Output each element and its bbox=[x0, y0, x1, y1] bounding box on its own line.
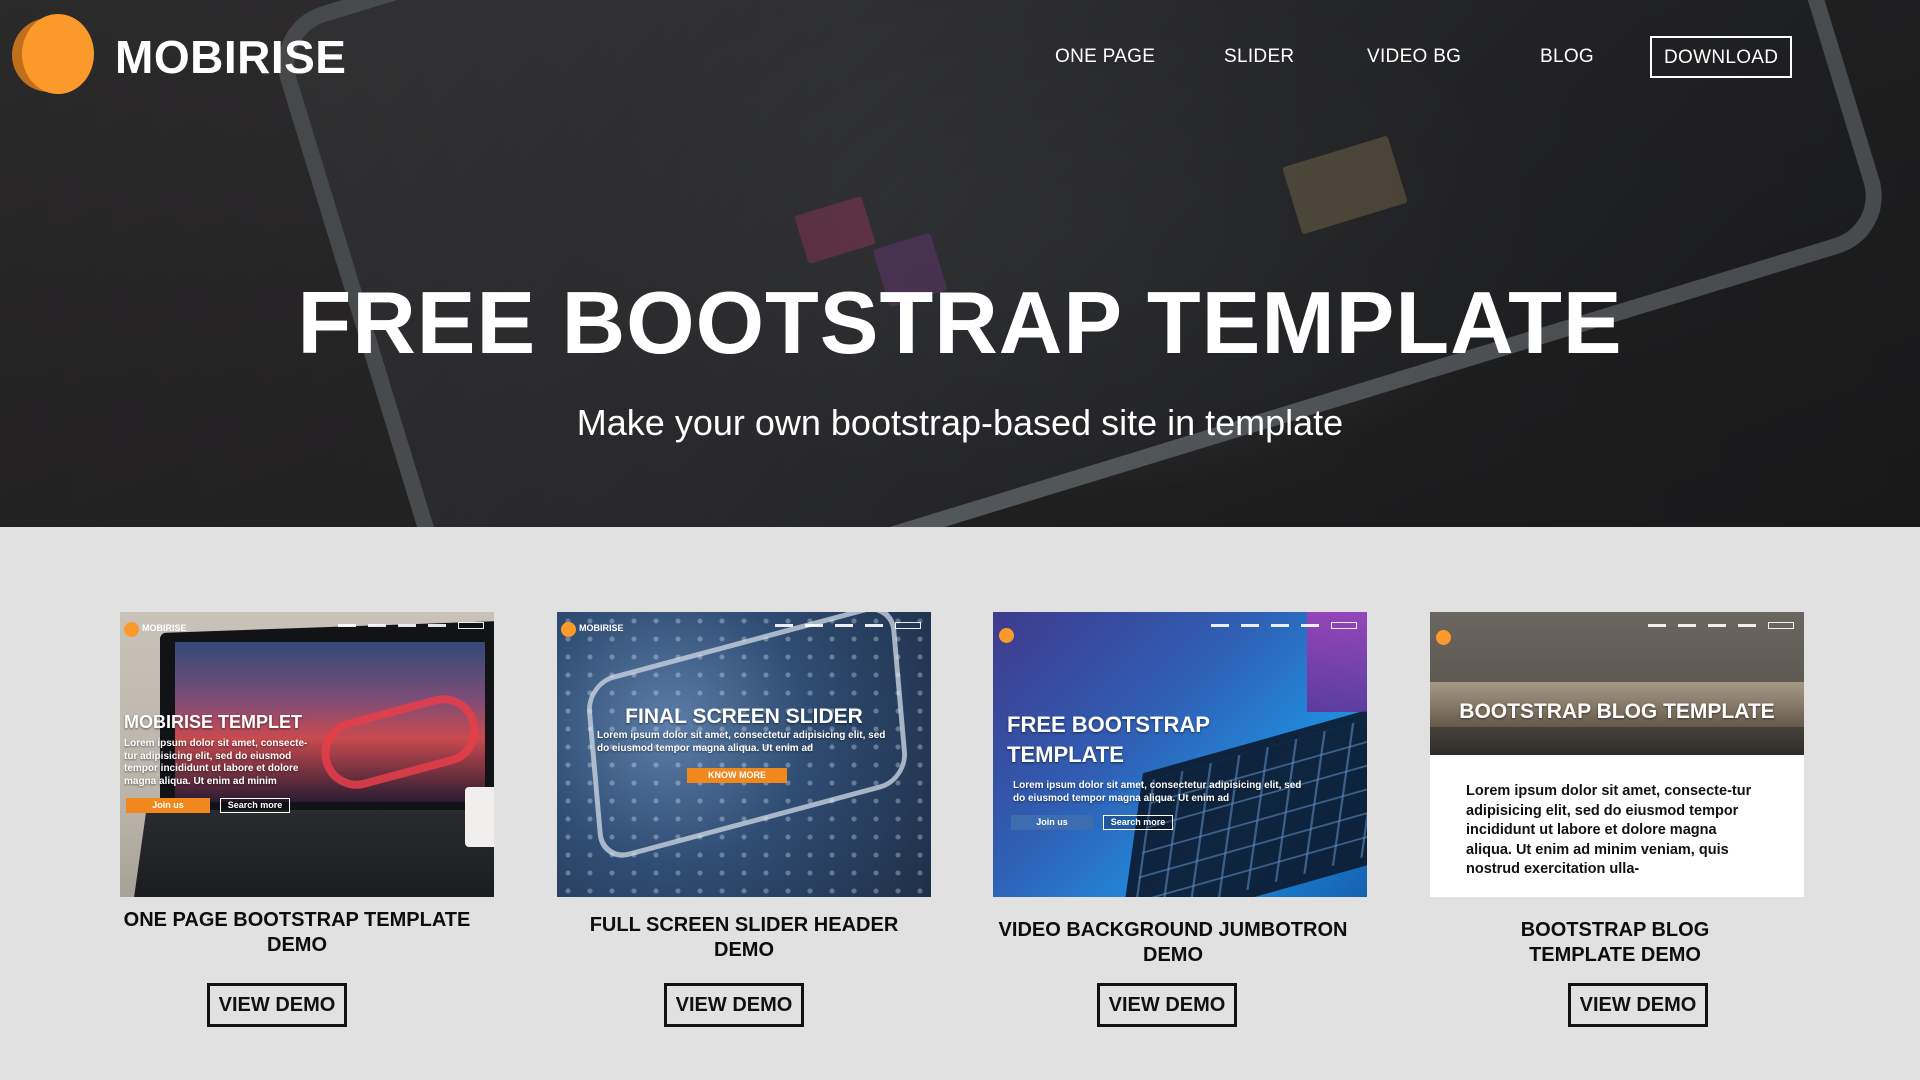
view-demo-button[interactable]: VIEW DEMO bbox=[207, 983, 347, 1027]
card-thumbnail[interactable]: MOBIRISE MOBIRISE TEMPLET Lorem ipsum do… bbox=[120, 612, 494, 897]
nav-blog[interactable]: BLOG bbox=[1540, 46, 1594, 68]
thumb-title: FREE BOOTSTRAP TEMPLATE bbox=[1007, 712, 1210, 767]
thumb-nav bbox=[775, 622, 921, 629]
mini-logo-icon bbox=[999, 628, 1014, 643]
card-title: ONE PAGE BOOTSTRAP TEMPLATE DEMO bbox=[123, 909, 471, 956]
view-demo-button[interactable]: VIEW DEMO bbox=[1568, 983, 1708, 1027]
mini-logo-icon bbox=[561, 622, 576, 637]
thumb-title: BOOTSTRAP BLOG TEMPLATE bbox=[1459, 700, 1775, 723]
thumb-text: Lorem ipsum dolor sit amet, consectetur … bbox=[1013, 780, 1302, 804]
view-demo-button[interactable]: VIEW DEMO bbox=[664, 983, 804, 1027]
demo-card-video: FREE BOOTSTRAP TEMPLATE Lorem ipsum dolo… bbox=[993, 612, 1367, 1027]
thumb-title: MOBIRISE TEMPLET bbox=[124, 712, 303, 732]
view-demo-button[interactable]: VIEW DEMO bbox=[1097, 983, 1237, 1027]
thumb-nav bbox=[1211, 622, 1357, 629]
thumb-title: FINAL SCREEN SLIDER bbox=[625, 705, 863, 728]
thumb-join-button: Join us bbox=[1011, 815, 1093, 830]
thumb-text: Lorem ipsum dolor sit amet, consectetur … bbox=[597, 730, 886, 754]
hero-subtitle: Make your own bootstrap-based site in te… bbox=[576, 402, 1344, 443]
thumb-search-button: Search more bbox=[220, 798, 290, 813]
nav-slider[interactable]: SLIDER bbox=[1224, 46, 1294, 68]
demo-card-slider: MOBIRISE FINAL SCREEN SLIDER Lorem ipsum… bbox=[557, 612, 931, 1027]
main-nav: ONE PAGE SLIDER VIDEO BG BLOG DOWNLOAD bbox=[0, 36, 1920, 86]
thumb-know-more-button: KNOW MORE bbox=[687, 768, 787, 783]
card-title: VIDEO BACKGROUND JUMBOTRON DEMO bbox=[998, 919, 1348, 966]
card-title: BOOTSTRAP BLOG TEMPLATE DEMO bbox=[1520, 919, 1710, 966]
card-thumbnail[interactable]: MOBIRISE FINAL SCREEN SLIDER Lorem ipsum… bbox=[557, 612, 931, 897]
hero-section: MOBIRISE ONE PAGE SLIDER VIDEO BG BLOG D… bbox=[0, 0, 1920, 527]
card-thumbnail[interactable]: FREE BOOTSTRAP TEMPLATE Lorem ipsum dolo… bbox=[993, 612, 1367, 897]
thumb-join-button: Join us bbox=[126, 798, 210, 813]
thumb-search-button: Search more bbox=[1103, 815, 1173, 830]
demo-card-one-page: MOBIRISE MOBIRISE TEMPLET Lorem ipsum do… bbox=[120, 612, 494, 1027]
thumb-text: Lorem ipsum dolor sit amet, consecte-tur… bbox=[124, 738, 308, 787]
mini-logo-icon bbox=[1436, 630, 1451, 645]
thumb-text: Lorem ipsum dolor sit amet, consecte-tur… bbox=[1466, 783, 1752, 877]
mini-logo-icon bbox=[124, 622, 139, 637]
hero-title: FREE BOOTSTRAP TEMPLATE bbox=[297, 273, 1623, 372]
thumb-nav bbox=[1648, 622, 1794, 629]
thumb-brand: MOBIRISE bbox=[579, 623, 624, 633]
card-title: FULL SCREEN SLIDER HEADER DEMO bbox=[589, 914, 899, 961]
nav-video-bg[interactable]: VIDEO BG bbox=[1367, 46, 1461, 68]
download-button[interactable]: DOWNLOAD bbox=[1650, 36, 1793, 78]
card-thumbnail[interactable]: BOOTSTRAP BLOG TEMPLATE Lorem ipsum dolo… bbox=[1430, 612, 1804, 897]
thumb-brand: MOBIRISE bbox=[142, 623, 187, 633]
demo-card-blog: BOOTSTRAP BLOG TEMPLATE Lorem ipsum dolo… bbox=[1430, 612, 1804, 1027]
thumb-nav bbox=[338, 622, 484, 629]
nav-one-page[interactable]: ONE PAGE bbox=[1055, 46, 1155, 68]
